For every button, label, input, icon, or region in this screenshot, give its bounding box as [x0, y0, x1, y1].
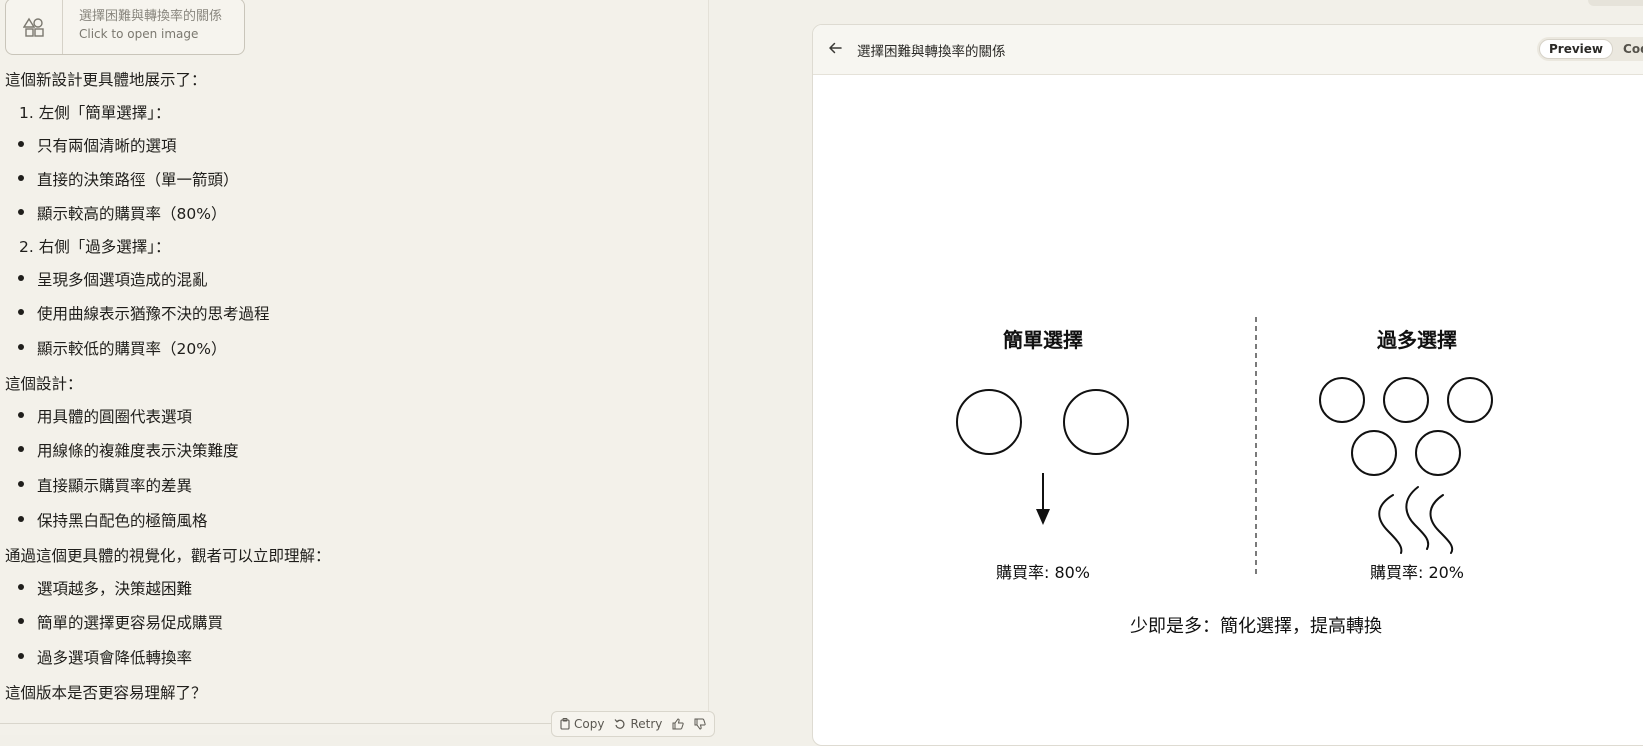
bullet-dot — [18, 344, 24, 350]
bullet-dot — [18, 175, 24, 181]
hesitation-curves — [1378, 486, 1454, 554]
list-item: 用具體的圓圈代表選項 — [37, 408, 193, 426]
preview-title: 選擇困難與轉換率的關係 — [857, 44, 1006, 60]
option-circle — [1447, 377, 1493, 423]
copy-button[interactable]: Copy — [560, 717, 604, 731]
option-circle — [956, 389, 1022, 455]
list-item: 選項越多，決策越困難 — [37, 580, 193, 598]
thumbs-down-icon — [694, 718, 707, 730]
option-circle — [1319, 377, 1365, 423]
message-closing: 這個版本是否更容易理解了？ — [5, 684, 207, 702]
option-circle — [1063, 389, 1129, 455]
list-item: 使用曲線表示猶豫不決的思考過程 — [37, 305, 270, 323]
list-item: 簡單的選擇更容易促成購買 — [37, 614, 224, 632]
bullet-dot — [18, 309, 24, 315]
chat-pane: 選擇困難與轉換率的關係 Click to open image 這個新設計更具體… — [0, 0, 709, 735]
understand-intro: 通過這個更具體的視覺化，觀者可以立即理解： — [5, 547, 331, 565]
list-item: 用線條的複雜度表示決策難度 — [37, 442, 239, 460]
section1-heading: 1. 左側「簡單選擇」： — [19, 104, 171, 122]
shapes-icon — [6, 0, 63, 54]
right-title: 過多選擇 — [1377, 328, 1457, 352]
list-item: 只有兩個清晰的選項 — [37, 137, 177, 155]
retry-label: Retry — [630, 717, 663, 731]
list-item: 呈現多個選項造成的混亂 — [37, 271, 208, 289]
message-actions: Copy Retry — [551, 711, 715, 737]
tab-code[interactable]: Code — [1613, 42, 1643, 56]
clipboard-icon — [560, 718, 570, 730]
arrow-left-icon[interactable] — [827, 40, 843, 56]
bullet-dot — [18, 412, 24, 418]
list-item: 直接顯示購買率的差異 — [37, 477, 193, 495]
option-circle — [1383, 377, 1429, 423]
list-item: 過多選項會降低轉換率 — [37, 649, 193, 667]
bullet-dot — [18, 275, 24, 281]
retry-button[interactable]: Retry — [614, 717, 662, 731]
thumbs-up-icon — [672, 718, 685, 730]
view-toggle: Preview Code — [1537, 37, 1643, 61]
retry-icon — [615, 719, 625, 729]
arrow-down-icon — [1036, 473, 1050, 525]
artifact-card-subtitle: Click to open image — [79, 27, 199, 41]
bullet-dot — [18, 481, 24, 487]
right-rate: 購買率: 20% — [1370, 563, 1464, 582]
artifact-preview-panel: 選擇困難與轉換率的關係 Preview Code 簡單選擇 購買率: 80% 過… — [812, 24, 1643, 746]
preview-header: 選擇困難與轉換率的關係 Preview Code — [813, 25, 1643, 75]
bullet-dot — [18, 141, 24, 147]
bullet-dot — [18, 516, 24, 522]
list-item: 保持黑白配色的極簡風格 — [37, 512, 208, 530]
list-item: 直接的決策路徑（單一箭頭） — [37, 171, 239, 189]
illustration-caption: 少即是多：簡化選擇，提高轉換 — [1130, 616, 1382, 637]
bullet-dot — [18, 209, 24, 215]
bullet-dot — [18, 653, 24, 659]
choice-overload-illustration: 簡單選擇 購買率: 80% 過多選擇 購買率: 20% 少即是多：簡化選擇，提高… — [956, 317, 1493, 637]
tab-preview[interactable]: Preview — [1539, 39, 1614, 59]
left-rate: 購買率: 80% — [996, 563, 1090, 582]
window-edge — [1588, 0, 1643, 6]
thumbs-up-button[interactable] — [672, 718, 685, 730]
left-title: 簡單選擇 — [1003, 328, 1083, 352]
bullet-dot — [18, 446, 24, 452]
section2-heading: 2. 右側「過多選擇」： — [19, 238, 171, 256]
artifact-card[interactable]: 選擇困難與轉換率的關係 Click to open image — [5, 0, 245, 55]
bullet-dot — [18, 618, 24, 624]
artifact-card-title: 選擇困難與轉換率的關係 — [79, 9, 223, 24]
message-intro: 這個新設計更具體地展示了： — [5, 71, 207, 89]
option-circle — [1351, 430, 1397, 476]
design-intro: 這個設計： — [5, 375, 83, 393]
bullet-dot — [18, 584, 24, 590]
copy-label: Copy — [574, 717, 605, 731]
thumbs-down-button[interactable] — [694, 718, 707, 730]
list-item: 顯示較高的購買率（80%） — [37, 205, 227, 223]
option-circle — [1415, 430, 1461, 476]
list-item: 顯示較低的購買率（20%） — [37, 340, 227, 358]
